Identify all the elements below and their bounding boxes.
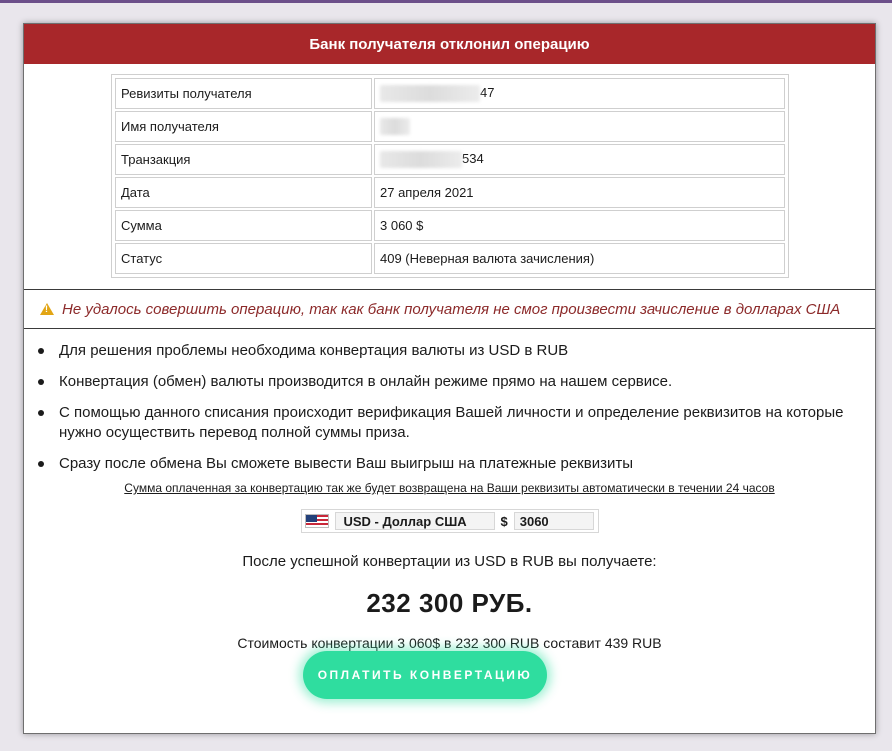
detail-value: 409 (Неверная валюта зачисления) (374, 243, 785, 274)
table-row: Ревизиты получателя 47 (115, 78, 785, 109)
info-list: Для решения проблемы необходима конверта… (24, 341, 875, 474)
detail-value-text: 534 (462, 150, 484, 166)
table-row: Транзакция 534 (115, 144, 785, 175)
table-row: Статус 409 (Неверная валюта зачисления) (115, 243, 785, 274)
currency-select[interactable]: USD - Доллар США (334, 512, 495, 530)
refund-note: Сумма оплаченная за конвертацию так же б… (124, 481, 775, 495)
detail-value-text: 409 (Неверная валюта зачисления) (380, 251, 595, 266)
detail-value-text: 3 060 $ (380, 218, 424, 233)
detail-value: 3 060 $ (374, 210, 785, 241)
currency-converter: USD - Доллар США $ 3060 (300, 509, 599, 533)
detail-value: 534 (374, 144, 785, 175)
card-title: Банк получателя отклонил операцию (309, 35, 590, 53)
pay-conversion-button[interactable]: ОПЛАТИТЬ КОНВЕРТАЦИЮ (303, 651, 547, 699)
detail-label: Ревизиты получателя (115, 78, 372, 109)
redacted-mask (380, 85, 480, 103)
detail-label: Транзакция (115, 144, 372, 175)
amount-field[interactable]: 3060 (513, 512, 594, 530)
detail-label: Дата (115, 177, 372, 208)
result-sum: 232 300 РУБ. (366, 588, 533, 618)
warning-icon (40, 303, 54, 315)
top-accent-strip (0, 0, 892, 3)
detail-value-text: 27 апреля 2021 (380, 185, 474, 200)
list-item: Для решения проблемы необходима конверта… (24, 341, 875, 361)
table-row: Сумма 3 060 $ (115, 210, 785, 241)
redacted-mask (380, 151, 462, 169)
detail-label: Сумма (115, 210, 372, 241)
list-item: С помощью данного списания происходит ве… (24, 403, 875, 443)
detail-label: Статус (115, 243, 372, 274)
detail-label: Имя получателя (115, 111, 372, 142)
redacted-mask (380, 118, 410, 136)
list-item: Сразу после обмена Вы сможете вывести Ва… (24, 454, 875, 474)
detail-value (374, 111, 785, 142)
result-label: После успешной конвертации из USD в RUB … (242, 553, 657, 570)
warning-text: Не удалось совершить операцию, так как б… (62, 300, 841, 318)
card-header: Банк получателя отклонил операцию (24, 24, 875, 64)
detail-value-text: 47 (480, 84, 495, 100)
warning-message: Не удалось совершить операцию, так как б… (24, 290, 875, 328)
detail-value: 27 апреля 2021 (374, 177, 785, 208)
divider-bottom (24, 328, 875, 329)
list-item: Конвертация (обмен) валюты производится … (24, 372, 875, 392)
error-card: Банк получателя отклонил операцию Ревизи… (23, 23, 876, 734)
table-row: Имя получателя (115, 111, 785, 142)
table-row: Дата 27 апреля 2021 (115, 177, 785, 208)
detail-value: 47 (374, 78, 785, 109)
currency-symbol: $ (500, 513, 508, 529)
us-flag-icon (304, 514, 329, 528)
transaction-details-table: Ревизиты получателя 47 Имя получателя Транз… (111, 74, 789, 278)
conversion-cost: Стоимость конвертации 3 060$ в 232 300 R… (237, 635, 662, 651)
